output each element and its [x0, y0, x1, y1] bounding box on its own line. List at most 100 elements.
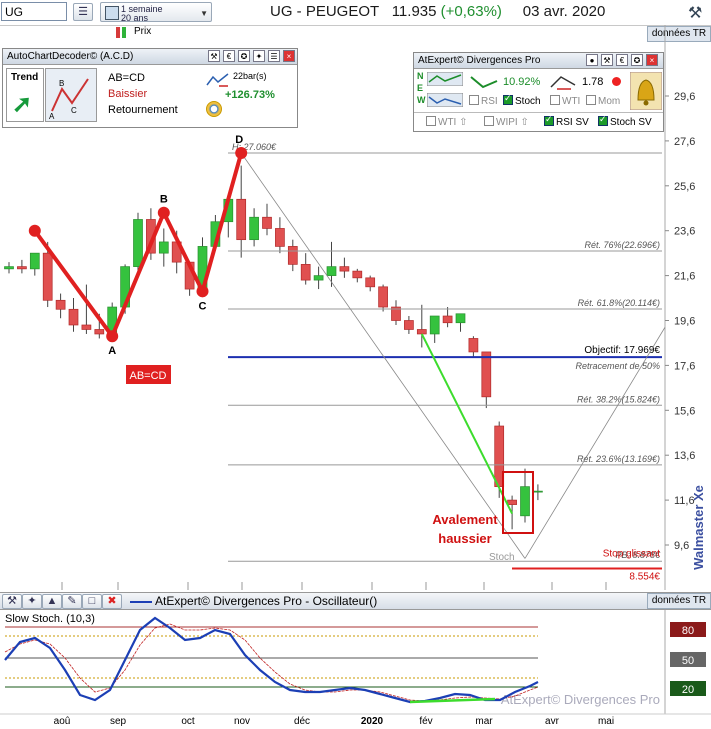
pattern-direction: Baissier: [108, 88, 148, 100]
y-tick-label: 25,6: [674, 181, 695, 193]
pattern-thumbnail[interactable]: A B C: [45, 68, 97, 122]
divergence-pct: 10.92%: [503, 76, 541, 88]
y-tick-label: 27,6: [674, 136, 695, 148]
candle-body: [94, 329, 105, 335]
tools-icon[interactable]: ⚒: [2, 594, 22, 609]
pattern-point-label: D: [235, 134, 243, 146]
euro-icon[interactable]: €: [223, 50, 235, 62]
window-icon[interactable]: □: [82, 594, 102, 609]
divergence-chart-icon[interactable]: [427, 72, 463, 86]
tools-icon[interactable]: ⚒: [688, 3, 702, 23]
mini-chart-icon: [206, 73, 229, 87]
close-icon[interactable]: ✖: [102, 594, 122, 609]
level-badge-text: 80: [682, 625, 694, 637]
pattern-start-dot: [28, 224, 41, 237]
stop-value: 8.554€: [629, 571, 660, 582]
title-price: 11.935: [391, 3, 437, 20]
period-selector[interactable]: 1 semaine 20 ans ▼: [100, 2, 212, 23]
circle-icon[interactable]: ●: [586, 54, 598, 66]
atexpert-panel: AtExpert© Divergences Pro ● ⚒ € ✪ × N E …: [413, 52, 664, 132]
y-tick-label: 21,6: [674, 271, 695, 283]
bell-icon[interactable]: [630, 72, 662, 110]
reward-risk-icon: [550, 76, 576, 90]
candle-body: [533, 490, 543, 493]
pattern-bars: 22bar(s): [233, 71, 267, 81]
side-letter-e: E: [417, 83, 424, 93]
stoch-toggle[interactable]: Stoch: [503, 93, 541, 107]
book-icon[interactable]: ☰: [73, 3, 93, 21]
walmaster-label: Walmaster Xe: [691, 485, 707, 570]
wipi-toggle[interactable]: WIPI ⇧: [484, 116, 529, 128]
candle-body: [442, 315, 453, 324]
trend-up-arrow-icon: ➚: [12, 91, 33, 118]
pattern-point-b: [157, 206, 170, 219]
tools-alt-icon[interactable]: ✦: [253, 50, 265, 62]
settings-icon[interactable]: ⚒: [208, 50, 220, 62]
chevron-down-icon: ▼: [200, 9, 208, 18]
stoch-sv-checkbox[interactable]: [598, 114, 608, 126]
pattern-signal: Retournement: [108, 104, 178, 116]
fib-label: Rét. 61.8%(20.114€): [578, 298, 660, 308]
wti-toggle[interactable]: WTI: [550, 95, 580, 107]
objectif-label: Objectif: 17.969€: [584, 345, 660, 356]
mom-toggle[interactable]: Mom: [586, 95, 620, 107]
level-badge-text: 50: [682, 655, 694, 667]
svg-text:A: A: [49, 112, 55, 121]
candle-body: [455, 313, 466, 324]
candle-body: [481, 351, 492, 398]
oscillator-title: AtExpert© Divergences Pro - Oscillateur(…: [155, 594, 378, 608]
settings-icon[interactable]: ⚒: [601, 54, 613, 66]
candle-body: [29, 252, 40, 270]
annotation-line1: Avalement: [432, 512, 498, 527]
atexpert-title: AtExpert© Divergences Pro: [418, 55, 541, 66]
candle-body: [55, 299, 66, 310]
euro-icon[interactable]: €: [616, 54, 628, 66]
tools-icon[interactable]: ✪: [631, 54, 643, 66]
stoch-sv-toggle[interactable]: Stoch SV: [598, 114, 652, 128]
osc-divergence-line: [409, 697, 496, 704]
ap-icon[interactable]: ✎: [62, 594, 82, 609]
wti-checkbox[interactable]: [550, 95, 560, 105]
wipi-checkbox[interactable]: [484, 116, 494, 126]
calendar-icon: [105, 6, 119, 20]
wti-sv-toggle[interactable]: WTI ⇧: [426, 116, 468, 128]
divergence-osc-icon[interactable]: [427, 93, 463, 107]
acd-title: AutoChartDecoder© (A.C.D): [7, 51, 134, 62]
side-letter-w: W: [417, 95, 426, 105]
oscillator-toolbar: ⚒ ✦ ▲ ✎ □ ✖ AtExpert© Divergences Pro - …: [0, 592, 711, 610]
acd-header: AutoChartDecoder© (A.C.D) ⚒ € ✪ ✦ ☰ ×: [3, 49, 297, 65]
close-icon[interactable]: ×: [283, 50, 295, 62]
rsi-sv-toggle[interactable]: RSI SV: [544, 114, 589, 128]
svg-text:B: B: [59, 79, 64, 88]
stop-label: Stop glissant: [603, 548, 660, 559]
reward-risk-ratio: 1.78: [582, 76, 604, 88]
settings-icon[interactable]: ✦: [22, 594, 42, 609]
mom-checkbox[interactable]: [586, 95, 596, 105]
x-tick-label: oct: [181, 716, 195, 727]
osc-data-tr-button[interactable]: données TR: [647, 593, 711, 609]
abcd-pattern-icon: A B C: [49, 78, 89, 121]
rsi-sv-checkbox[interactable]: [544, 114, 554, 126]
tag-icon[interactable]: ☰: [268, 50, 280, 62]
indicator-icon[interactable]: ▲: [42, 594, 62, 609]
candle-body: [300, 264, 311, 281]
candle-body: [468, 338, 479, 353]
wti-sv-checkbox[interactable]: [426, 116, 436, 126]
oscillator-chart[interactable]: 80 50 20 Slow Stoch. (10,3) AtExpert© Diverg…: [0, 610, 711, 729]
title-date: 03 avr. 2020: [522, 3, 606, 20]
pattern-badge-text: AB=CD: [130, 370, 167, 382]
candle-body: [236, 198, 247, 241]
oscillator-watermark: AtExpert© Divergences Pro: [501, 692, 660, 707]
rsi-sv-label: RSI SV: [556, 117, 589, 128]
ticker-input[interactable]: [1, 2, 67, 21]
close-icon[interactable]: ×: [646, 54, 658, 66]
rsi-toggle[interactable]: RSI: [469, 95, 498, 107]
rsi-checkbox[interactable]: [469, 95, 479, 105]
stoch-checkbox[interactable]: [503, 93, 513, 105]
tools-icon[interactable]: ✪: [238, 50, 250, 62]
top-toolbar: ☰ 1 semaine 20 ans ▼ UG - PEUGEOT 11.935…: [0, 0, 711, 26]
y-tick-label: 29,6: [674, 91, 695, 103]
candle-body: [313, 275, 324, 281]
y-tick-label: 13,6: [674, 450, 695, 462]
y-tick-label: 15,6: [674, 405, 695, 417]
